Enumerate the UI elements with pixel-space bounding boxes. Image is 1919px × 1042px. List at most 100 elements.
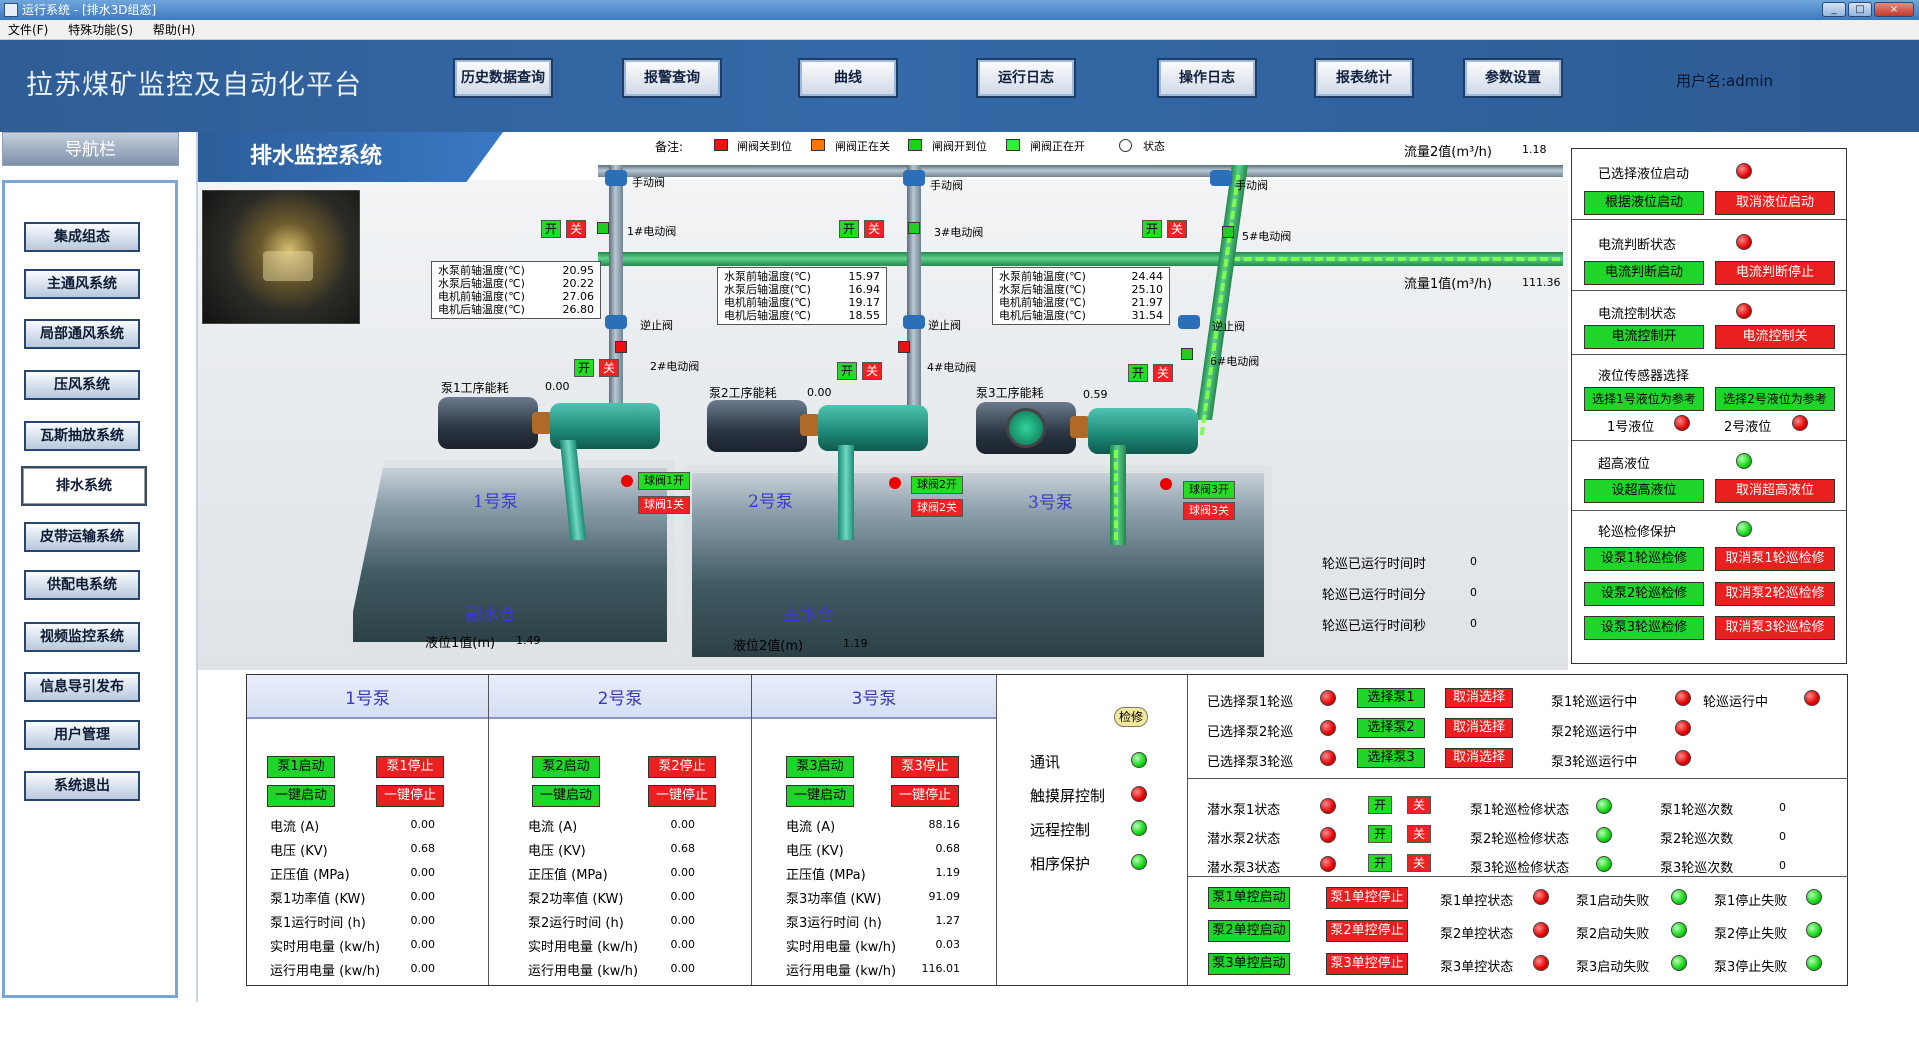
cancel-pump2-rotation-overhaul-button[interactable]: 取消泵2轮巡检修 [1715,582,1835,606]
current-ctrl-label: 电流控制状态 [1598,307,1677,322]
pump2-single-start-button[interactable]: 泵2单控启动 [1208,920,1290,942]
set-pump3-rotation-overhaul-button[interactable]: 设泵3轮巡检修 [1584,616,1704,640]
header-pipe-2 [598,165,1563,177]
param-settings-button[interactable]: 参数设置 [1463,58,1563,98]
valve1-close-button[interactable]: 关 [566,220,586,238]
curve-button[interactable]: 曲线 [798,58,898,98]
nav-item-gas-drainage[interactable]: 瓦斯抽放系统 [24,421,140,451]
submersible1-open-button[interactable]: 开 [1368,796,1392,814]
nav-item-integrated[interactable]: 集成组态 [24,222,140,252]
select-pump3-button[interactable]: 选择泵3 [1357,748,1425,768]
manual-valve-2-label: 手动阀 [930,179,963,192]
nav-item-local-ventilation[interactable]: 局部通风系统 [24,319,140,349]
pump2-stop-button[interactable]: 泵2停止 [648,756,716,778]
valve4-close-button[interactable]: 关 [862,362,882,380]
ball-valve-1-close-button[interactable]: 球阀1关 [638,496,690,514]
select-pump1-button[interactable]: 选择泵1 [1357,688,1425,708]
ball-valve-2-close-button[interactable]: 球阀2关 [911,499,963,517]
set-pump2-rotation-overhaul-button[interactable]: 设泵2轮巡检修 [1584,582,1704,606]
submersible2-open-button[interactable]: 开 [1368,825,1392,843]
pump3-one-key-stop-button[interactable]: 一键停止 [891,785,959,807]
valve2-close-button[interactable]: 关 [599,359,619,377]
level-cancel-button[interactable]: 取消液位启动 [1715,191,1835,215]
submersible1-close-button[interactable]: 关 [1407,796,1431,814]
valve4-open-button[interactable]: 开 [837,362,857,380]
menu-special[interactable]: 特殊功能(S) [68,23,133,37]
nav-item-power[interactable]: 供配电系统 [24,570,140,600]
valve6-open-button[interactable]: 开 [1128,364,1148,382]
cancel-select-pump2-button[interactable]: 取消选择 [1445,718,1513,738]
minimize-button[interactable]: _ [1822,2,1846,17]
pump2-single-state-indicator [1533,922,1549,938]
pump1-start-button[interactable]: 泵1启动 [267,756,335,778]
report-stats-button[interactable]: 报表统计 [1314,58,1414,98]
nav-item-exit[interactable]: 系统退出 [24,771,140,801]
set-high-level-button[interactable]: 设超高液位 [1584,479,1704,503]
current-ctrl-on-button[interactable]: 电流控制开 [1584,325,1704,349]
cancel-pump1-rotation-overhaul-button[interactable]: 取消泵1轮巡检修 [1715,547,1835,571]
pump3-single-stop-button[interactable]: 泵3单控停止 [1326,953,1408,975]
pump2-one-key-start-button[interactable]: 一键启动 [532,785,600,807]
legend-closed-swatch [714,139,728,151]
valve2-open-button[interactable]: 开 [574,359,594,377]
nav-item-belt[interactable]: 皮带运输系统 [24,522,140,552]
pump3-one-key-start-button[interactable]: 一键启动 [786,785,854,807]
submersible3-open-button[interactable]: 开 [1368,854,1392,872]
ball-valve-1-open-button[interactable]: 球阀1开 [638,472,690,490]
cancel-high-level-button[interactable]: 取消超高液位 [1715,479,1835,503]
current-judge-stop-button[interactable]: 电流判断停止 [1715,261,1835,285]
pump1-one-key-start-button[interactable]: 一键启动 [267,785,335,807]
ball-valve-2-indicator [889,477,901,489]
pump2-row-label: 泵2运行时间 (h) [528,916,624,931]
pump3-stop-button[interactable]: 泵3停止 [891,756,959,778]
valve3-close-button[interactable]: 关 [864,220,884,238]
nav-item-user-mgmt[interactable]: 用户管理 [24,720,140,750]
valve1-open-button[interactable]: 开 [541,220,561,238]
pump1-stop-fail-label: 泵1停止失败 [1714,894,1788,909]
run-log-button[interactable]: 运行日志 [976,58,1076,98]
pump1-single-start-button[interactable]: 泵1单控启动 [1208,887,1290,909]
alarm-query-button[interactable]: 报警查询 [622,58,722,98]
pump1-single-stop-button[interactable]: 泵1单控停止 [1326,887,1408,909]
pump3-single-start-button[interactable]: 泵3单控启动 [1208,953,1290,975]
set-pump1-rotation-overhaul-button[interactable]: 设泵1轮巡检修 [1584,547,1704,571]
submersible2-close-button[interactable]: 关 [1407,825,1431,843]
history-query-button[interactable]: 历史数据查询 [453,58,553,98]
pump1-temp-box: 水泵前轴温度(℃) 20.95 水泵后轴温度(℃) 20.22 电机前轴温度(℃) 2… [431,261,601,319]
pump2-single-stop-button[interactable]: 泵2单控停止 [1326,920,1408,942]
select-pump2-button[interactable]: 选择泵2 [1357,718,1425,738]
submersible3-close-button[interactable]: 关 [1407,854,1431,872]
nav-item-compressed-air[interactable]: 压风系统 [24,370,140,400]
menu-help[interactable]: 帮助(H) [153,23,195,37]
ball-valve-3-close-button[interactable]: 球阀3关 [1183,502,1235,520]
select-level1-button[interactable]: 选择1号液位为参考 [1584,387,1704,411]
close-button[interactable]: × [1874,2,1914,17]
operation-log-button[interactable]: 操作日志 [1157,58,1257,98]
cancel-select-pump1-button[interactable]: 取消选择 [1445,688,1513,708]
cancel-pump3-rotation-overhaul-button[interactable]: 取消泵3轮巡检修 [1715,616,1835,640]
nav-item-main-ventilation[interactable]: 主通风系统 [24,269,140,299]
nav-item-video[interactable]: 视频监控系统 [24,622,140,652]
pump1-stop-button[interactable]: 泵1停止 [376,756,444,778]
pump1-one-key-stop-button[interactable]: 一键停止 [376,785,444,807]
menu-file[interactable]: 文件(F) [8,23,48,37]
valve6-close-button[interactable]: 关 [1153,364,1173,382]
level-start-button[interactable]: 根据液位启动 [1584,191,1704,215]
current-judge-start-button[interactable]: 电流判断启动 [1584,261,1704,285]
ball-valve-3-open-button[interactable]: 球阀3开 [1183,481,1235,499]
cancel-select-pump3-button[interactable]: 取消选择 [1445,748,1513,768]
ball-valve-2-open-button[interactable]: 球阀2开 [911,476,963,494]
current-ctrl-off-button[interactable]: 电流控制关 [1715,325,1835,349]
pump3-flow-indicator [1114,450,1118,540]
valve3-open-button[interactable]: 开 [839,220,859,238]
maximize-button[interactable]: □ [1848,2,1872,17]
video-thumbnail[interactable] [202,190,360,324]
pump2-one-key-stop-button[interactable]: 一键停止 [648,785,716,807]
nav-item-drainage[interactable]: 排水系统 [21,466,147,506]
valve5-open-button[interactable]: 开 [1142,220,1162,238]
valve5-close-button[interactable]: 关 [1167,220,1187,238]
pump2-start-button[interactable]: 泵2启动 [532,756,600,778]
nav-item-info-publish[interactable]: 信息导引发布 [24,672,140,702]
pump3-start-button[interactable]: 泵3启动 [786,756,854,778]
select-level2-button[interactable]: 选择2号液位为参考 [1715,387,1835,411]
